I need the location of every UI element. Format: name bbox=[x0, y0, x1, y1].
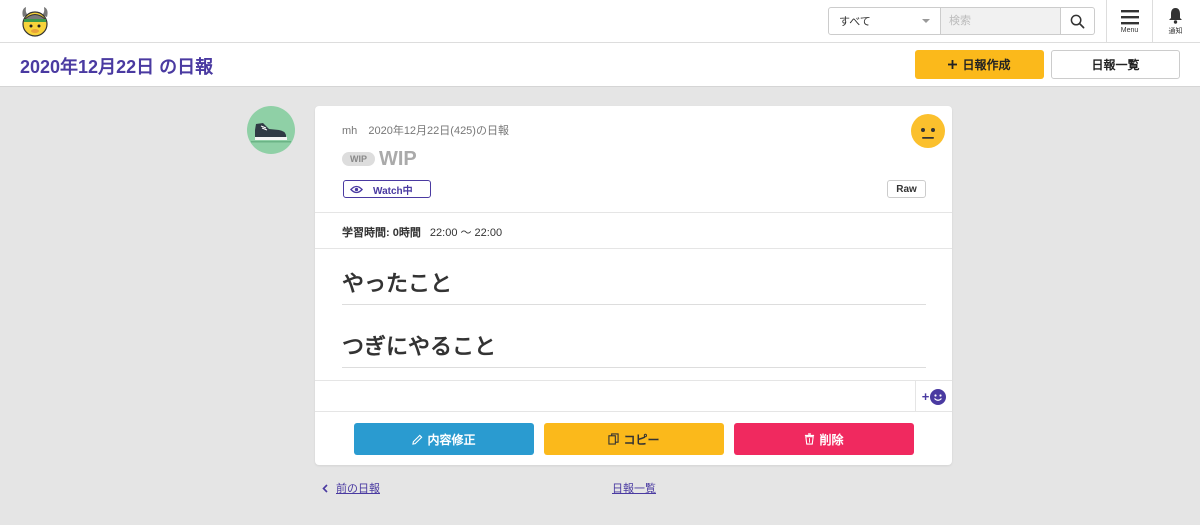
prev-report-label: 前の日報 bbox=[336, 483, 380, 495]
divider bbox=[315, 248, 952, 249]
top-bar: すべて Menu 通知 bbox=[0, 0, 1200, 43]
copy-icon bbox=[608, 433, 620, 445]
avatar[interactable] bbox=[247, 106, 295, 154]
prev-report-link[interactable]: 前の日報 bbox=[322, 480, 380, 496]
report-user[interactable]: mh bbox=[342, 125, 357, 137]
study-time: 学習時間: 0時間 22:00 〜 22:00 bbox=[342, 224, 502, 240]
menu-button[interactable]: Menu bbox=[1106, 0, 1152, 43]
add-reaction-button[interactable]: + bbox=[915, 381, 952, 412]
search-input[interactable] bbox=[941, 7, 1061, 35]
pencil-icon bbox=[412, 434, 423, 445]
search-bar: すべて bbox=[828, 7, 1095, 35]
create-report-button[interactable]: 日報作成 bbox=[915, 50, 1044, 79]
reaction-bar: + bbox=[315, 380, 952, 412]
copy-button[interactable]: コピー bbox=[544, 423, 724, 455]
report-meta: mh 2020年12月22日(425)の日報 bbox=[342, 122, 509, 138]
report-title: WIP bbox=[379, 148, 417, 170]
study-time-label: 学習時間: 0時間 bbox=[342, 227, 421, 239]
plus-icon: + bbox=[921, 389, 930, 404]
smile-icon bbox=[930, 388, 947, 405]
copy-label: コピー bbox=[623, 432, 660, 447]
wip-badge: WIP bbox=[342, 152, 375, 166]
bell-icon bbox=[1169, 8, 1182, 24]
watch-button[interactable]: Watch中 bbox=[343, 180, 431, 198]
chevron-down-icon bbox=[922, 19, 930, 23]
edit-button[interactable]: 内容修正 bbox=[354, 423, 534, 455]
create-report-label: 日報作成 bbox=[962, 58, 1011, 72]
section-heading-next: つぎにやること bbox=[342, 329, 926, 368]
report-card: mh 2020年12月22日(425)の日報 WIP WIP Watch中 Ra… bbox=[315, 106, 952, 465]
edit-label: 内容修正 bbox=[427, 432, 476, 447]
delete-button[interactable]: 削除 bbox=[734, 423, 914, 455]
report-list-label: 日報一覧 bbox=[1091, 58, 1140, 72]
section-heading-done: やったこと bbox=[342, 266, 926, 305]
menu-label: Menu bbox=[1120, 27, 1139, 34]
raw-button[interactable]: Raw bbox=[887, 180, 926, 198]
sneaker-icon bbox=[251, 123, 291, 143]
report-meta-text: 2020年12月22日(425)の日報 bbox=[368, 125, 509, 137]
divider bbox=[315, 212, 952, 213]
report-list-link[interactable]: 日報一覧 bbox=[612, 480, 656, 496]
search-scope-value: すべて bbox=[839, 16, 871, 28]
search-button[interactable] bbox=[1061, 7, 1095, 35]
report-list-button[interactable]: 日報一覧 bbox=[1051, 50, 1180, 79]
page-title: 2020年12月22日 の日報 bbox=[20, 57, 214, 77]
notification-button[interactable]: 通知 bbox=[1152, 0, 1198, 43]
eye-icon bbox=[350, 185, 363, 193]
hamburger-icon bbox=[1120, 10, 1139, 25]
page-header: 2020年12月22日 の日報 日報作成 日報一覧 bbox=[0, 43, 1200, 87]
face-icon bbox=[911, 114, 945, 148]
plus-icon bbox=[948, 60, 958, 69]
chevron-left-icon bbox=[322, 483, 328, 493]
trash-icon bbox=[805, 433, 815, 445]
search-scope-select[interactable]: すべて bbox=[828, 7, 941, 35]
search-icon bbox=[1070, 14, 1085, 28]
study-time-range: 22:00 〜 22:00 bbox=[429, 227, 503, 239]
watch-label: Watch中 bbox=[373, 185, 413, 197]
app-logo-icon[interactable] bbox=[18, 5, 52, 39]
notification-label: 通知 bbox=[1168, 28, 1183, 35]
delete-label: 削除 bbox=[819, 432, 844, 447]
